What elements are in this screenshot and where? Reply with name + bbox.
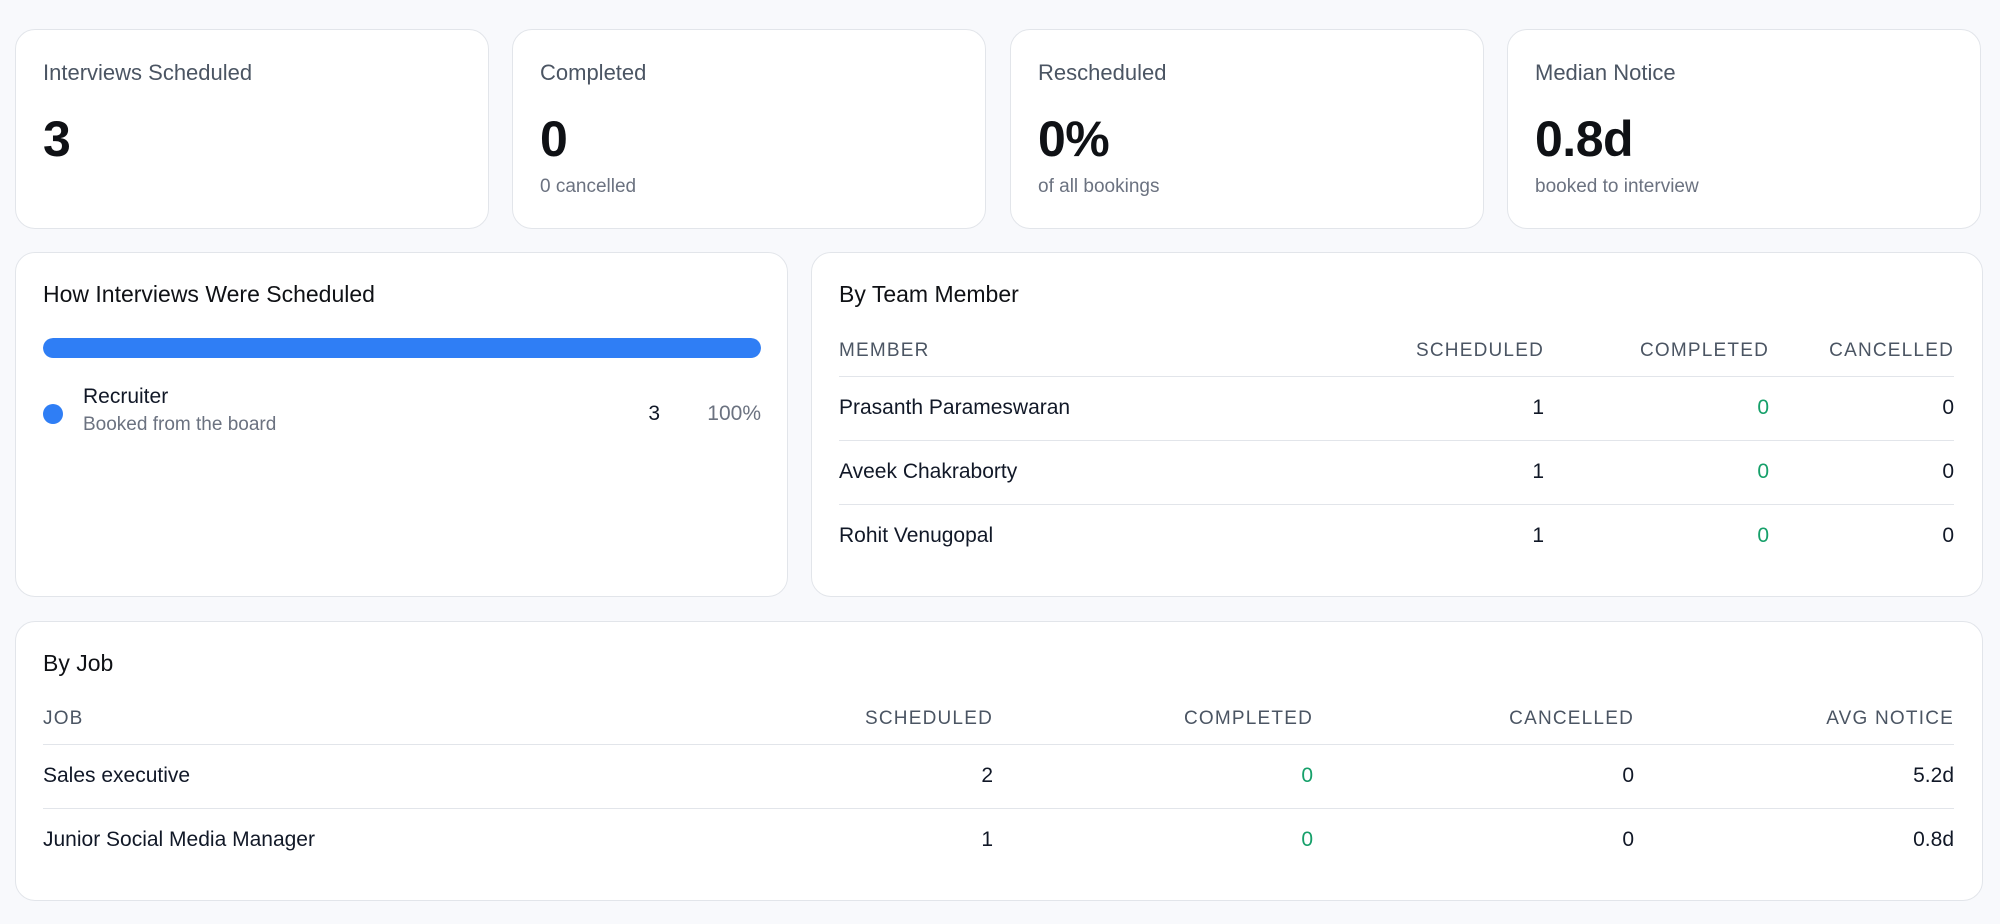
cancelled-count: 0 (1769, 376, 1954, 441)
table-row: Junior Social Media Manager 1 0 0 0.8d (43, 808, 1954, 872)
completed-count: 0 (1544, 440, 1769, 505)
table-header-row: JOB SCHEDULED COMPLETED CANCELLED AVG NO… (43, 694, 1954, 745)
avg-notice: 5.2d (1634, 744, 1954, 809)
by-team-member-card: By Team Member MEMBER SCHEDULED COMPLETE… (811, 252, 1983, 597)
completed-count: 0 (993, 744, 1313, 809)
card-title: By Job (43, 650, 114, 676)
card-title: How Interviews Were Scheduled (43, 281, 375, 307)
recruiter-dot-icon (43, 404, 63, 424)
stat-subtext: 0 cancelled (540, 176, 637, 197)
by-job-card: By Job JOB SCHEDULED COMPLETED CANCELLED… (15, 621, 1983, 901)
column-header-cancelled: CANCELLED (1769, 326, 1954, 377)
member-name: Prasanth Parameswaran (839, 376, 1359, 441)
column-header-avg-notice: AVG NOTICE (1634, 694, 1954, 745)
column-header-member: MEMBER (839, 326, 1359, 377)
completed-count: 0 (1544, 376, 1769, 441)
completed-count: 0 (1301, 828, 1313, 852)
job-table: JOB SCHEDULED COMPLETED CANCELLED AVG NO… (43, 694, 1954, 872)
team-member-table: MEMBER SCHEDULED COMPLETED CANCELLED Pra… (839, 326, 1954, 568)
column-header-job: JOB (43, 694, 673, 745)
stat-subtext: of all bookings (1038, 176, 1160, 197)
column-header-cancelled: CANCELLED (1313, 694, 1634, 745)
legend-item-recruiter: Recruiter Booked from the board 3 100% (43, 385, 761, 445)
stat-value: 0.8d (1535, 111, 1634, 167)
column-header-completed: COMPLETED (1544, 326, 1769, 377)
scheduled-count: 1 (1359, 376, 1544, 441)
stat-card-interviews-scheduled: Interviews Scheduled 3 (15, 29, 489, 229)
table-header-row: MEMBER SCHEDULED COMPLETED CANCELLED (839, 326, 1954, 377)
table-row: Aveek Chakraborty 1 0 0 (839, 440, 1954, 505)
cancelled-count: 0 (1769, 440, 1954, 505)
cancelled-count: 0 (1313, 744, 1634, 809)
stat-label: Completed (540, 60, 647, 85)
member-name: Rohit Venugopal (839, 524, 994, 548)
job-name: Junior Social Media Manager (43, 828, 315, 852)
how-scheduled-card: How Interviews Were Scheduled Recruiter … (15, 252, 788, 597)
scheduling-source-bar-fill (43, 338, 761, 358)
legend-item-percent: 100% (707, 402, 761, 425)
card-title: By Team Member (839, 281, 1019, 307)
column-header-scheduled: SCHEDULED (1359, 326, 1544, 377)
avg-notice: 0.8d (1913, 828, 1954, 852)
completed-count: 0 (1757, 524, 1769, 548)
stat-card-median-notice: Median Notice 0.8d booked to interview (1507, 29, 1981, 229)
stat-value: 0% (1038, 111, 1110, 167)
table-row: Prasanth Parameswaran 1 0 0 (839, 376, 1954, 441)
scheduled-count: 1 (1532, 524, 1544, 548)
table-row: Rohit Venugopal 1 0 0 (839, 504, 1954, 568)
job-name: Sales executive (43, 744, 673, 809)
cancelled-count: 0 (1942, 524, 1954, 548)
member-name: Aveek Chakraborty (839, 440, 1359, 505)
stat-card-rescheduled: Rescheduled 0% of all bookings (1010, 29, 1484, 229)
stat-label: Rescheduled (1038, 60, 1167, 85)
column-header-completed: COMPLETED (993, 694, 1313, 745)
stat-label: Median Notice (1535, 60, 1676, 85)
stat-label: Interviews Scheduled (43, 60, 253, 85)
scheduled-count: 1 (1359, 440, 1544, 505)
stat-value: 0 (540, 111, 568, 167)
table-row: Sales executive 2 0 0 5.2d (43, 744, 1954, 809)
cancelled-count: 0 (1622, 828, 1634, 852)
column-header-scheduled: SCHEDULED (673, 694, 993, 745)
scheduled-count: 1 (981, 828, 993, 852)
stat-value: 3 (43, 111, 71, 167)
stat-card-completed: Completed 0 0 cancelled (512, 29, 986, 229)
stat-subtext: booked to interview (1535, 176, 1699, 197)
scheduling-source-bar (43, 338, 761, 358)
scheduled-count: 2 (673, 744, 993, 809)
legend-item-description: Booked from the board (83, 414, 277, 435)
legend-item-name: Recruiter (83, 385, 169, 408)
legend-item-count: 3 (648, 402, 660, 425)
